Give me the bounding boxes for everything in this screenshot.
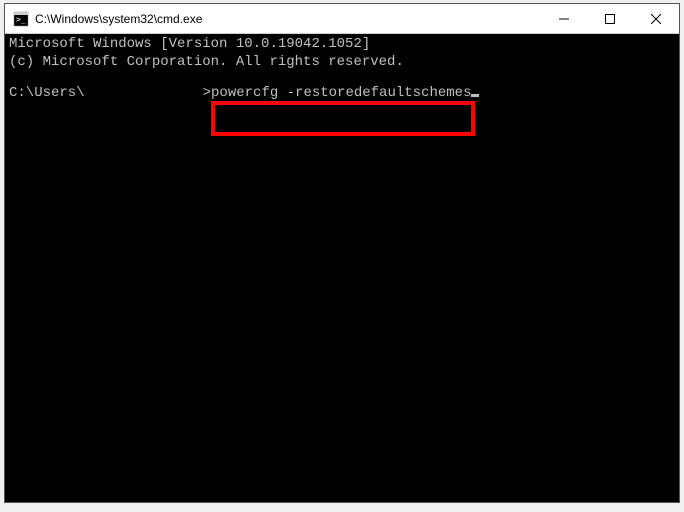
- titlebar[interactable]: >_ C:\Windows\system32\cmd.exe: [5, 4, 679, 34]
- prompt-line: C:\Users\ >powercfg -restoredefaultscheme…: [9, 85, 675, 103]
- close-icon: [651, 14, 661, 24]
- highlight-box: [211, 101, 475, 136]
- cmd-icon: >_: [13, 11, 29, 27]
- copyright-line: (c) Microsoft Corporation. All rights re…: [9, 54, 675, 72]
- typed-command: powercfg -restoredefaultschemes: [211, 85, 471, 101]
- maximize-button[interactable]: [587, 4, 633, 33]
- prompt-prefix: C:\Users\: [9, 85, 85, 101]
- terminal-area[interactable]: Microsoft Windows [Version 10.0.19042.10…: [5, 34, 679, 502]
- window-title: C:\Windows\system32\cmd.exe: [35, 12, 541, 26]
- svg-text:>_: >_: [16, 15, 26, 24]
- cmd-window: >_ C:\Windows\system32\cmd.exe: [4, 3, 680, 503]
- redacted-username: [85, 85, 203, 99]
- minimize-icon: [559, 14, 569, 24]
- prompt-suffix: >: [203, 85, 211, 101]
- version-line: Microsoft Windows [Version 10.0.19042.10…: [9, 36, 675, 54]
- minimize-button[interactable]: [541, 4, 587, 33]
- text-cursor: [471, 94, 479, 97]
- maximize-icon: [605, 14, 615, 24]
- close-button[interactable]: [633, 4, 679, 33]
- window-controls: [541, 4, 679, 33]
